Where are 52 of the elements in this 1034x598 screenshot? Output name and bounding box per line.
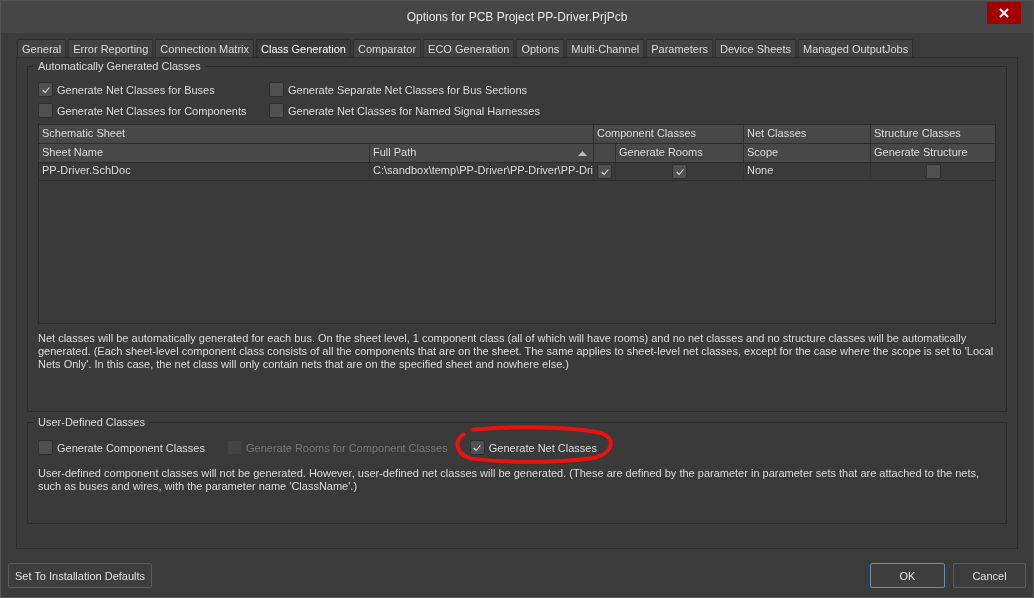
group-title: User-Defined Classes (37, 416, 146, 428)
checkbox[interactable] (597, 164, 612, 179)
column-group-header: Component Classes (593, 125, 743, 143)
tab[interactable]: General (17, 39, 67, 57)
description-text: User-defined component classes will not be generated. However, user-defined net classes will be generated. (These are defined by the parameter in parameter sets that are attached to the nets, such as buses and wires, with the parameter name 'ClassName'.) (38, 467, 981, 493)
checkbox[interactable] (469, 440, 485, 455)
column-header[interactable]: Generate Structure (870, 144, 995, 162)
checkbox[interactable] (269, 82, 284, 97)
ok-button[interactable]: OK (870, 563, 945, 588)
table-cell-text: PP-Driver.SchDoc (41, 163, 132, 178)
column-group-header: Structure Classes (870, 125, 995, 143)
cancel-button[interactable]: Cancel (953, 563, 1026, 588)
checkmark-icon (40, 84, 51, 95)
column-header[interactable]: Full Path (369, 144, 593, 162)
checkbox-label[interactable]: Generate Net Classes for Named Signal Harnesses (288, 104, 540, 117)
group-title: Automatically Generated Classes (37, 60, 202, 72)
checkmark-icon (599, 166, 610, 177)
checkmark-icon (472, 442, 483, 453)
checkbox[interactable] (38, 82, 53, 97)
column-header[interactable]: Scope (743, 144, 870, 162)
column-header[interactable]: Generate Rooms (615, 144, 743, 162)
close-icon (999, 8, 1009, 18)
checkbox-label[interactable]: Generate Separate Net Classes for Bus Sections (288, 83, 528, 96)
table-cell: None (743, 163, 870, 180)
tab[interactable]: ECO Generation (423, 39, 515, 57)
checkbox[interactable] (38, 440, 53, 455)
tab[interactable]: Comparator (353, 39, 422, 57)
column-group-header: Schematic Sheet (41, 126, 127, 141)
tab[interactable]: Multi-Channel (566, 39, 645, 57)
tab[interactable]: Error Reporting (68, 39, 154, 57)
description-text: Net classes will be automatically generated for each bus. On the sheet level, 1 component class (all of which will have rooms) and no net classes and no structure classes will be automatically generated. (Each sheet-level component class consists of all the components that are on the sheet. The same applies to sheet-level net classes, except for the case where the scope is set to 'Local Nets Only'. In this case, the net class will only contain nets that are on the specified sheet and nowhere else.) (38, 332, 995, 371)
window-title: Options for PCB Project PP-Driver.PrjPcb (406, 10, 628, 24)
checkbox[interactable] (269, 103, 284, 118)
checkbox-label[interactable]: Generate Component Classes (57, 441, 205, 454)
tab[interactable]: Connection Matrix (155, 39, 254, 57)
defaults-button[interactable]: Set To Installation Defaults (8, 563, 153, 588)
tab[interactable]: Parameters (646, 39, 714, 57)
tab[interactable]: Options (516, 39, 565, 57)
column-header[interactable]: Sheet Name (39, 144, 369, 162)
checkbox-label[interactable]: Generate Net Classes for Components (57, 104, 247, 117)
tab[interactable]: Managed OutputJobs (798, 39, 914, 57)
tab[interactable]: Class Generation (256, 39, 351, 57)
checkmark-icon (674, 166, 685, 177)
checkbox[interactable] (672, 164, 687, 179)
checkbox-label[interactable]: Generate Net Classes for Buses (57, 83, 215, 96)
checkbox[interactable] (925, 164, 941, 179)
column-group-header: Net Classes (743, 125, 870, 143)
table-cell: C:\sandbox\temp\PP-Driver\PP-Driver\PP-Dri (369, 163, 593, 180)
tab[interactable]: Device Sheets (715, 39, 796, 57)
checkbox[interactable] (38, 103, 53, 118)
close-button[interactable] (987, 2, 1021, 24)
checkbox-label[interactable]: Generate Net Classes (488, 441, 597, 454)
